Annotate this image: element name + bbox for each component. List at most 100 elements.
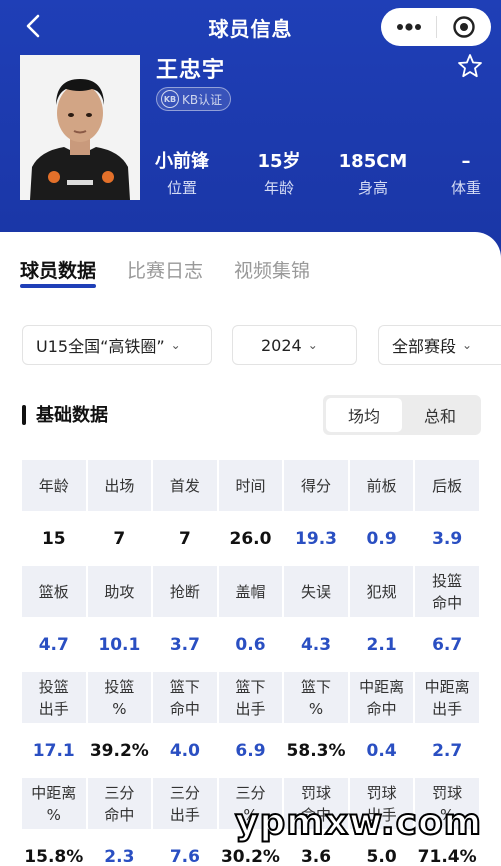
tab-game-log[interactable]: 比赛日志 [127,256,203,292]
tab-highlights[interactable]: 视频集锦 [234,256,310,292]
info-weight: – 体重 [428,150,501,198]
weight-value: – [461,151,471,172]
section-accent-bar [22,405,26,425]
stat-value: 15 [22,513,88,566]
chevron-down-icon: ⌄ [307,338,318,352]
height-label: 身高 [357,179,388,197]
weight-label: 体重 [450,179,481,197]
stat-label: 投篮 出手 [22,672,88,725]
stat-value: 7 [153,513,219,566]
stat-value: 0.4 [349,725,416,778]
stat-label: 三分 命中 [87,778,154,831]
site-watermark: ypmxw.com [234,801,483,844]
info-age: 15岁 年龄 [241,150,317,198]
chevron-down-icon: ⌄ [170,338,181,352]
tab-label: 视频集锦 [234,260,311,282]
toggle-total[interactable]: 总和 [402,398,478,432]
stat-value: 2.1 [349,619,416,672]
stats-label-row: 年龄 出场 首发 时间 得分 前板 后板 [22,460,481,513]
stats-value-row: 17.1 39.2% 4.0 6.9 58.3% 0.4 2.7 [22,725,481,778]
stat-value: 0.9 [349,513,416,566]
league-select-value: U15全国“高铁圈” [36,337,165,356]
stat-value: 6.7 [415,619,481,672]
kb-logo-icon: KB [161,90,179,108]
stat-value: 19.3 [284,513,350,566]
stat-label: 得分 [284,460,350,513]
stats-label-row: 投篮 出手 投篮 % 篮下 命中 篮下 出手 篮下 % 中距离 命中 中距离 出手 [22,672,481,725]
mini-program-capsule [381,8,491,46]
stats-card: 球员数据 比赛日志 视频集锦 U15全国“高铁圈” ⌄ 2024 ⌄ 全部赛段 … [0,232,501,866]
stat-label: 中距离 出手 [415,672,481,725]
stat-label: 篮下 命中 [153,672,219,725]
stat-label: 年龄 [22,460,88,513]
height-value: 185CM [338,151,408,172]
stats-value-row: 15 7 7 26.0 19.3 0.9 3.9 [22,513,481,566]
tab-player-data[interactable]: 球员数据 [20,256,97,292]
stage-select-value: 全部赛段 [392,337,457,356]
age-label: 年龄 [263,179,294,197]
kb-certified-badge: KB KB认证 [156,87,232,111]
stat-value: 7 [87,513,154,566]
stat-label: 篮下 % [284,672,350,725]
stat-label: 失误 [284,566,350,619]
stat-label: 中距离 % [22,778,88,831]
stat-label: 篮下 出手 [218,672,285,725]
player-name: 王忠宇 [156,58,226,83]
stats-label-row: 篮板 助攻 抢断 盖帽 失误 犯规 投篮 命中 [22,566,481,619]
stat-label: 后板 [415,460,481,513]
stat-value: 58.3% [284,725,350,778]
stat-value: 26.0 [218,513,285,566]
favorite-star-icon[interactable] [457,53,483,79]
league-select[interactable]: U15全国“高铁圈” ⌄ [22,325,212,365]
stats-value-row: 4.7 10.1 3.7 0.6 4.3 2.1 6.7 [22,619,481,672]
stat-label: 三分 出手 [153,778,219,831]
stat-value: 0.6 [218,619,285,672]
stat-value: 3.7 [153,619,219,672]
toggle-per-game[interactable]: 场均 [326,398,402,432]
stat-value: 2.7 [415,725,481,778]
chevron-down-icon: ⌄ [462,338,473,352]
stat-value: 3.9 [415,513,481,566]
kb-badge-label: KB认证 [182,92,223,107]
stat-value: 39.2% [87,725,154,778]
average-total-toggle: 场均 总和 [323,395,481,435]
tab-label: 比赛日志 [127,260,204,282]
stat-value: 2.3 [87,831,154,866]
stat-value: 17.1 [22,725,88,778]
tab-label: 球员数据 [20,260,97,282]
stat-value: 4.0 [153,725,219,778]
stat-label: 抢断 [153,566,219,619]
info-height: 185CM 身高 [335,150,411,198]
stat-label: 首发 [153,460,219,513]
stat-label: 篮板 [22,566,88,619]
stat-value: 4.7 [22,619,88,672]
tab-bar: 球员数据 比赛日志 视频集锦 [20,256,341,292]
stat-label: 盖帽 [218,566,285,619]
year-select[interactable]: 2024 ⌄ [232,325,357,365]
age-value: 15岁 [257,151,301,172]
player-avatar [20,55,140,200]
stat-value: 6.9 [218,725,285,778]
stat-value: 15.8% [22,831,88,866]
stat-value: 7.6 [153,831,219,866]
stat-label: 时间 [218,460,285,513]
stat-label: 犯规 [349,566,416,619]
more-options-icon[interactable] [381,8,436,46]
stage-select[interactable]: 全部赛段 ⌄ [378,325,501,365]
year-select-value: 2024 [261,335,302,355]
section-title: 基础数据 [36,405,108,426]
stat-label: 投篮 命中 [415,566,481,619]
active-tab-indicator [20,284,97,288]
player-header: 球员信息 王忠宇 KB KB认证 小前锋 位置 15岁 年龄 185CM 身高 … [0,0,501,250]
stat-label: 助攻 [87,566,154,619]
position-value: 小前锋 [155,151,209,172]
stat-label: 出场 [87,460,154,513]
stat-label: 投篮 % [87,672,154,725]
stat-label: 前板 [349,460,416,513]
info-position: 小前锋 位置 [144,150,220,198]
stat-value: 4.3 [284,619,350,672]
stat-value: 10.1 [87,619,154,672]
stat-label: 中距离 命中 [349,672,416,725]
close-mini-program-icon[interactable] [437,8,491,46]
position-label: 位置 [166,179,197,197]
